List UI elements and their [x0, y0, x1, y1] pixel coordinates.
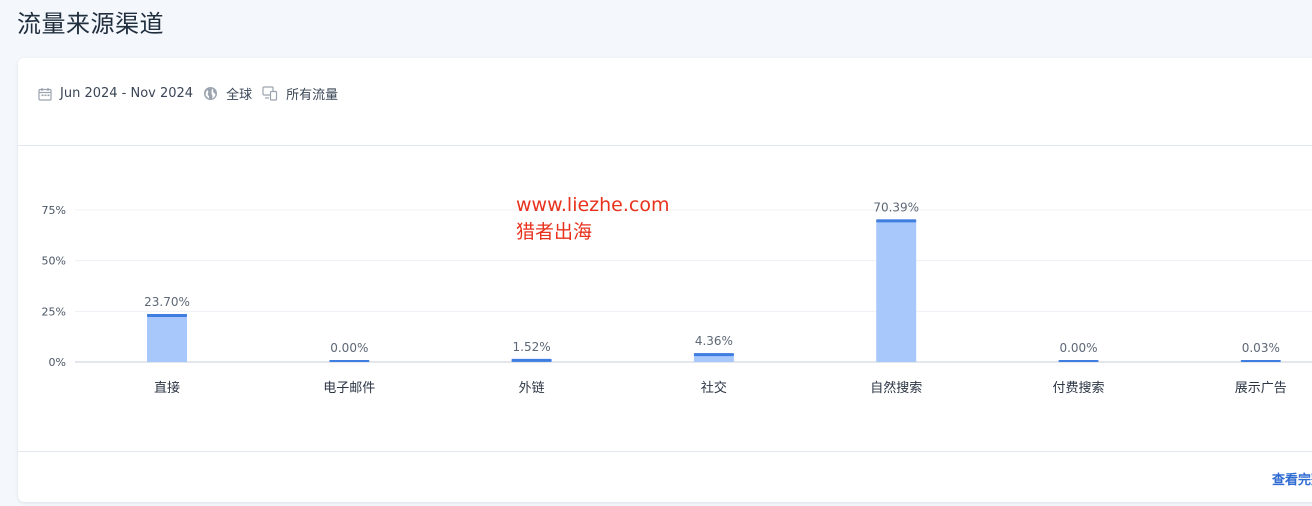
region-filter[interactable]: 全球: [226, 84, 252, 103]
bar-value-label: 70.39%: [873, 200, 919, 214]
watermark-text: 猎者出海: [516, 221, 593, 243]
bar-value-label: 1.52%: [513, 340, 551, 354]
bar-cap: [329, 360, 370, 362]
y-tick-label: 50%: [42, 255, 66, 268]
x-category-label: 付费搜索: [1052, 381, 1104, 396]
bar-cap: [147, 313, 187, 317]
x-category-label: 直接: [154, 380, 180, 396]
bar: [876, 219, 917, 362]
date-range-filter[interactable]: Jun 2024 - Nov 2024: [60, 86, 193, 101]
traffic-type-filter[interactable]: 所有流量: [286, 84, 338, 103]
bar-value-label: 0.00%: [330, 341, 368, 355]
bar-cap: [1240, 360, 1281, 362]
bar-value-label: 23.70%: [144, 295, 190, 309]
bar: [147, 313, 187, 362]
bar-cap: [693, 353, 734, 357]
bar-value-label: 0.00%: [1059, 341, 1097, 355]
x-category-label: 展示广告: [1235, 381, 1287, 396]
globe-icon[interactable]: [203, 86, 218, 101]
footer-divider: [18, 451, 1312, 452]
devices-icon[interactable]: [262, 86, 278, 101]
y-tick-label: 25%: [42, 305, 66, 318]
x-category-label: 外链: [519, 381, 545, 396]
filter-bar: Jun 2024 - Nov 2024 全球 所有流量: [38, 84, 348, 103]
calendar-icon[interactable]: [38, 87, 52, 101]
bar-cap: [876, 219, 917, 223]
x-category-label: 自然搜索: [870, 380, 922, 396]
x-category-label: 电子邮件: [323, 381, 375, 396]
bar-cap: [511, 358, 552, 362]
view-full-report-link[interactable]: 查看完整: [1272, 469, 1312, 488]
y-tick-label: 0%: [49, 356, 66, 369]
bar-value-label: 0.03%: [1242, 341, 1280, 355]
traffic-sources-card: Jun 2024 - Nov 2024 全球 所有流量 0% 25% 50% 75% 2…: [18, 58, 1312, 502]
watermark-url: www.liezhe.com: [516, 194, 670, 216]
header-divider: [18, 145, 1312, 146]
y-tick-label: 75%: [42, 204, 66, 217]
x-category-label: 社交: [701, 380, 727, 396]
bar-value-label: 4.36%: [695, 334, 733, 348]
page-title: 流量来源渠道: [17, 10, 164, 38]
bar-cap: [1058, 360, 1099, 362]
watermark: www.liezhe.com 猎者出海: [516, 192, 669, 246]
